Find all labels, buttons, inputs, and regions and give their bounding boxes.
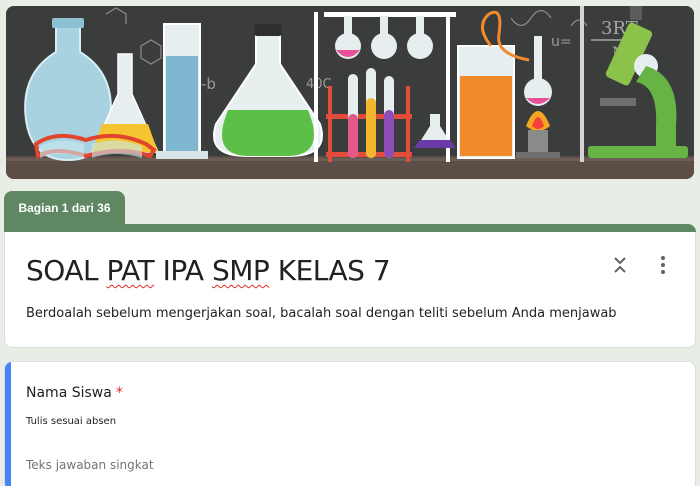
chalk-u-text: u= — [551, 34, 572, 50]
question-title: Nama Siswa * — [26, 385, 123, 401]
form-title-part-4: SMP — [211, 254, 270, 287]
form-description: Berdoalah sebelum mengerjakan soal, baca… — [26, 306, 617, 321]
form-title-part-5: KELAS 7 — [269, 254, 391, 287]
header-banner: -b 40C u= 3RT M — [6, 6, 694, 179]
form-title-card: SOAL PAT IPA SMP KELAS 7 Berdoalah sebel… — [4, 232, 696, 348]
active-indicator-bar — [5, 362, 11, 486]
collapse-section-button[interactable] — [611, 252, 629, 278]
form-title-part-3: IPA — [154, 254, 212, 287]
form-title-part-2: PAT — [106, 254, 155, 287]
section-tab: Bagian 1 dari 36 — [4, 191, 125, 225]
question-description: Tulis sesuai absen — [26, 416, 117, 427]
question-title-text: Nama Siswa — [26, 385, 112, 401]
collapse-icon — [614, 257, 626, 273]
chalk-temp-text: 40C — [306, 77, 332, 92]
required-asterisk: * — [115, 385, 123, 401]
form-title-part-1: SOAL — [26, 254, 107, 287]
chalk-b-text: -b — [201, 75, 216, 93]
question-card[interactable]: Nama Siswa * Tulis sesuai absen Teks jawa… — [4, 361, 696, 486]
form-title: SOAL PAT IPA SMP KELAS 7 — [26, 254, 391, 287]
more-vert-icon — [661, 256, 665, 274]
short-answer-placeholder[interactable]: Teks jawaban singkat — [26, 458, 154, 472]
more-options-button[interactable] — [655, 252, 671, 278]
